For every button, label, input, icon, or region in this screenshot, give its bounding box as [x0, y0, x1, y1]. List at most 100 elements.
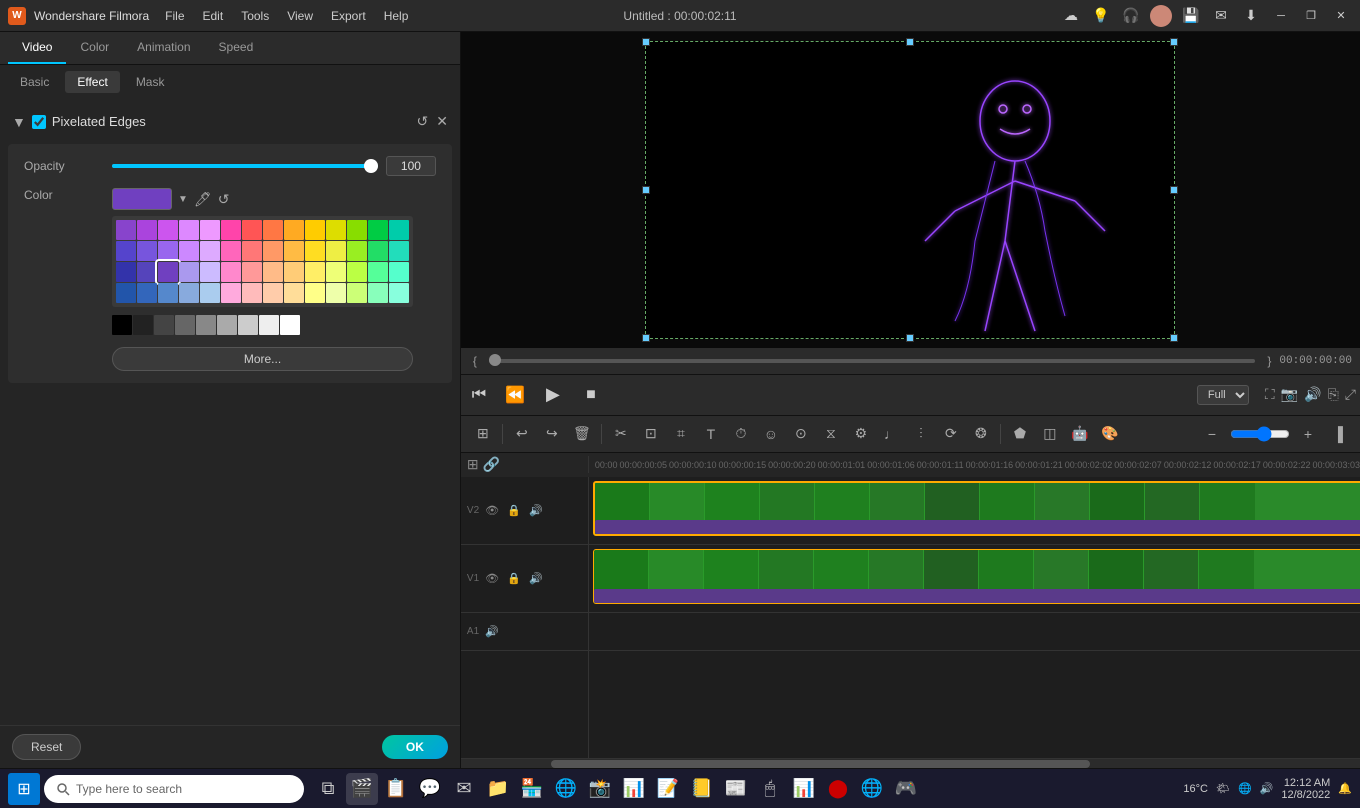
color-cell[interactable]: [200, 283, 220, 303]
taskbar-chrome[interactable]: 🌐: [856, 773, 888, 805]
color-cell[interactable]: [116, 262, 136, 282]
color-cell[interactable]: [326, 220, 346, 240]
taskbar-powerpoint[interactable]: 📊: [788, 773, 820, 805]
opacity-value[interactable]: [386, 156, 436, 176]
user-avatar[interactable]: [1150, 5, 1172, 27]
color-cell[interactable]: [179, 241, 199, 261]
color-cell[interactable]: [284, 262, 304, 282]
color-cell[interactable]: [116, 220, 136, 240]
color-cell[interactable]: [326, 283, 346, 303]
taskbar-messenger[interactable]: 💬: [414, 773, 446, 805]
scrollbar-thumb[interactable]: [551, 760, 1090, 768]
taskbar-browser[interactable]: ⬤: [822, 773, 854, 805]
snapshot-icon[interactable]: 📷: [1281, 386, 1298, 403]
tab-animation[interactable]: Animation: [123, 32, 204, 64]
color-cell[interactable]: [263, 262, 283, 282]
color-cell[interactable]: [200, 241, 220, 261]
gray-cell[interactable]: [280, 315, 300, 335]
headphone-icon[interactable]: 🎧: [1120, 5, 1142, 27]
timeline-scrollbar[interactable]: [461, 758, 1360, 768]
gray-cell[interactable]: [112, 315, 132, 335]
taskbar-office[interactable]: 📋: [380, 773, 412, 805]
color-cell[interactable]: [368, 262, 388, 282]
color-cell[interactable]: [305, 220, 325, 240]
download-icon[interactable]: ⬇: [1240, 5, 1262, 27]
color-cell-selected[interactable]: [158, 262, 178, 282]
audio-icon[interactable]: 🔊: [1304, 386, 1321, 403]
ai-btn[interactable]: 🤖: [1066, 420, 1094, 448]
color-cell[interactable]: [200, 220, 220, 240]
gray-cell[interactable]: [133, 315, 153, 335]
skip-back-button[interactable]: ⏮: [465, 381, 493, 409]
zoom-out-btn[interactable]: −: [1198, 420, 1226, 448]
menu-help[interactable]: Help: [376, 7, 417, 25]
taskbar-instagram[interactable]: 📸: [584, 773, 616, 805]
color-cell[interactable]: [284, 241, 304, 261]
zoom-in-btn[interactable]: +: [1294, 420, 1322, 448]
taskbar-volume[interactable]: 🔊: [1260, 782, 1274, 795]
color-cell[interactable]: [221, 262, 241, 282]
color-cell[interactable]: [389, 241, 409, 261]
filter-btn[interactable]: ⊙: [787, 420, 815, 448]
taskbar-notification[interactable]: 🔔: [1338, 782, 1352, 795]
track-a1-audio-btn[interactable]: 🔊: [483, 622, 501, 640]
color-cell[interactable]: [116, 283, 136, 303]
color-cell[interactable]: [389, 283, 409, 303]
speed-btn[interactable]: ⟳: [937, 420, 965, 448]
step-back-button[interactable]: ⏪: [501, 381, 529, 409]
tab-color[interactable]: Color: [66, 32, 123, 64]
taskbar-word[interactable]: 📝: [652, 773, 684, 805]
tab-video[interactable]: Video: [8, 32, 66, 64]
color-cell[interactable]: [368, 241, 388, 261]
color-cell[interactable]: [347, 262, 367, 282]
color-cell[interactable]: [242, 220, 262, 240]
color-cell[interactable]: [368, 220, 388, 240]
track-a1-row[interactable]: [589, 613, 1360, 651]
close-effect-icon[interactable]: ✕: [436, 113, 448, 130]
render-icon[interactable]: ⎘: [1328, 386, 1339, 403]
eyedropper-icon[interactable]: 🖊: [194, 191, 212, 208]
taskbar-network[interactable]: 🌐: [1238, 782, 1252, 795]
track-v2-audio-btn[interactable]: 🔊: [527, 501, 545, 519]
minimize-button[interactable]: ─: [1270, 5, 1292, 27]
color-cell[interactable]: [347, 241, 367, 261]
ok-button[interactable]: OK: [382, 735, 448, 759]
zoom-slider[interactable]: [1230, 426, 1290, 442]
text-btn[interactable]: T: [697, 420, 725, 448]
taskbar-files[interactable]: 📁: [482, 773, 514, 805]
layout-btn[interactable]: ⊞: [469, 420, 497, 448]
color-cell[interactable]: [284, 220, 304, 240]
audio-btn[interactable]: ♩: [877, 420, 905, 448]
color-cell[interactable]: [326, 241, 346, 261]
taskbar-app4[interactable]: 🎮: [890, 773, 922, 805]
gray-cell[interactable]: [154, 315, 174, 335]
color-reset-icon[interactable]: ↺: [218, 191, 230, 208]
taskbar-store[interactable]: 🏪: [516, 773, 548, 805]
color-cell[interactable]: [242, 283, 262, 303]
maximize-button[interactable]: ❐: [1300, 5, 1322, 27]
track-v1-lock-btn[interactable]: 🔒: [505, 569, 523, 587]
undo-btn[interactable]: ↩: [508, 420, 536, 448]
time-btn[interactable]: ⏱: [727, 420, 755, 448]
color-cell[interactable]: [179, 283, 199, 303]
taskbar-filmora[interactable]: 🎬: [346, 773, 378, 805]
delete-btn[interactable]: 🗑: [568, 420, 596, 448]
color-cell[interactable]: [305, 283, 325, 303]
track-v1-eye-btn[interactable]: 👁: [483, 569, 501, 587]
sidebar-toggle-btn[interactable]: ▐: [1324, 420, 1352, 448]
gray-cell[interactable]: [259, 315, 279, 335]
color-cell[interactable]: [221, 241, 241, 261]
menu-edit[interactable]: Edit: [195, 7, 232, 25]
add-track-icon[interactable]: ⊞: [467, 456, 479, 473]
transform-btn[interactable]: ⌗: [667, 420, 695, 448]
track-v2-lock-btn[interactable]: 🔒: [505, 501, 523, 519]
subtab-effect[interactable]: Effect: [65, 71, 119, 93]
color-cell[interactable]: [137, 262, 157, 282]
color-cell[interactable]: [137, 220, 157, 240]
color-cell[interactable]: [284, 283, 304, 303]
color-cell[interactable]: [179, 220, 199, 240]
taskbar-app3[interactable]: 🖱: [754, 773, 786, 805]
video-clip-v1[interactable]: ▶ My Video-6: [593, 549, 1360, 604]
color-cell[interactable]: [347, 283, 367, 303]
menu-view[interactable]: View: [279, 7, 321, 25]
